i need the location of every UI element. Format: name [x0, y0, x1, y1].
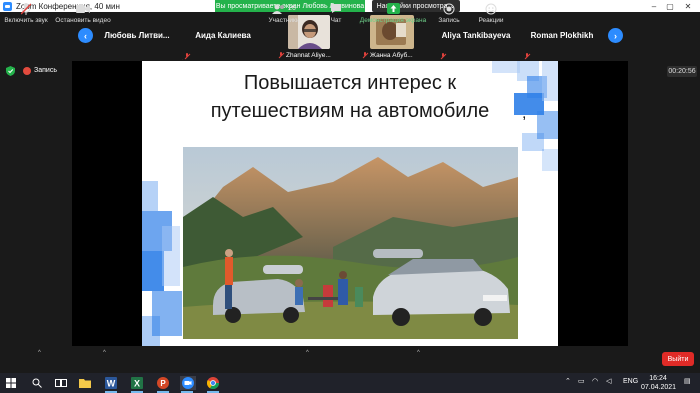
mic-muted-icon	[184, 53, 190, 60]
excel-icon[interactable]: X	[130, 376, 144, 393]
record-icon	[443, 3, 455, 14]
participant-name: Жанна Абуб...	[370, 52, 413, 59]
participant-name: Zhannat Aliye...	[286, 52, 331, 59]
recording-indicator-icon	[23, 67, 31, 75]
unmute-button[interactable]: Включить звук	[4, 2, 48, 24]
participants-options-caret[interactable]: ^	[306, 350, 309, 356]
reactions-smiley-icon	[485, 3, 497, 14]
record-label: Запись	[438, 17, 460, 24]
participant-name: Любовь Литви...	[104, 31, 170, 40]
close-button[interactable]: ✕	[679, 0, 697, 12]
mic-muted-icon	[21, 2, 31, 15]
slide-title: Повышается интерес к путешествиям на авт…	[160, 69, 540, 125]
tray-chevron-up-icon[interactable]: ⌃	[565, 377, 571, 385]
audio-options-caret[interactable]: ^	[38, 350, 41, 356]
leave-meeting-button[interactable]: Выйти	[662, 352, 694, 366]
share-screen-icon	[386, 3, 400, 14]
windows-start-icon[interactable]	[4, 376, 18, 390]
prev-page-button[interactable]: ‹	[78, 28, 93, 43]
slide-stray-comma: ,	[522, 105, 527, 122]
recording-label: Запись	[34, 67, 57, 74]
battery-icon[interactable]: ▭	[578, 377, 585, 385]
zoom-taskbar-icon[interactable]	[180, 376, 196, 393]
stop-video-button[interactable]: Остановить видео	[54, 2, 112, 24]
chat-button[interactable]: Чат	[326, 2, 346, 24]
word-icon[interactable]: W	[104, 376, 118, 393]
participant-name: Roman Plokhikh	[530, 31, 594, 40]
mic-muted-icon	[524, 53, 530, 60]
record-button[interactable]: Запись	[436, 2, 462, 24]
taskbar-clock[interactable]: 16:24 07.04.2021	[641, 374, 677, 392]
stop-video-label: Остановить видео	[55, 17, 111, 24]
mic-muted-icon	[278, 52, 284, 59]
file-explorer-icon[interactable]	[78, 376, 92, 390]
volume-icon[interactable]: ◁	[606, 377, 611, 385]
video-options-caret[interactable]: ^	[103, 350, 106, 356]
unmute-label: Включить звук	[4, 17, 48, 24]
share-screen-button[interactable]: Демонстрация экрана	[360, 2, 426, 24]
reactions-button[interactable]: Реакции	[476, 2, 506, 24]
restore-button[interactable]: ▢	[661, 0, 679, 12]
input-language[interactable]: ENG	[623, 378, 638, 385]
wifi-icon[interactable]: ◠	[592, 377, 598, 385]
reactions-label: Реакции	[478, 17, 504, 24]
participant-name: Аида Калиева	[195, 31, 251, 40]
notifications-icon[interactable]: ▤	[684, 377, 691, 385]
mic-muted-icon	[362, 52, 368, 59]
chat-label: Чат	[330, 17, 342, 24]
mic-muted-icon	[440, 53, 446, 60]
slide-photo	[183, 147, 518, 339]
share-screen-label: Демонстрация экрана	[359, 17, 427, 24]
svg-text:X: X	[134, 379, 140, 389]
participant-tile[interactable]: Аида Калиева	[180, 15, 266, 59]
participants-count: 26	[288, 5, 296, 12]
video-camera-icon	[76, 4, 90, 13]
participant-video-label: Zhannat Aliye...	[278, 52, 331, 59]
chat-icon	[331, 4, 341, 13]
participants-label: Участники	[268, 17, 300, 24]
svg-text:P: P	[160, 379, 166, 388]
slide-title-line2: путешествиям на автомобиле	[210, 100, 490, 122]
chrome-icon[interactable]	[206, 376, 220, 393]
meeting-timer: 00:20:56	[667, 66, 697, 77]
slide-title-line1: Повышается интерес к	[243, 72, 457, 94]
participant-video-label: Жанна Абуб...	[362, 52, 413, 59]
participants-button[interactable]: 26 Участники	[262, 2, 306, 24]
participant-tile[interactable]: Roman Plokhikh	[520, 15, 604, 59]
svg-text:W: W	[107, 379, 116, 389]
participants-icon	[272, 4, 285, 14]
shield-icon[interactable]	[6, 66, 15, 76]
powerpoint-icon[interactable]: P	[156, 376, 170, 393]
share-options-caret[interactable]: ^	[417, 350, 420, 356]
search-icon[interactable]	[30, 376, 44, 390]
participant-name: Aliya Tankibayeva	[441, 31, 511, 40]
shared-slide: Повышается интерес к путешествиям на авт…	[142, 61, 558, 346]
clock-date: 07.04.2021	[641, 384, 677, 391]
task-view-icon[interactable]	[54, 376, 68, 390]
mountain-camping-photo	[183, 147, 518, 339]
clock-time: 16:24	[649, 375, 667, 382]
next-page-button[interactable]: ›	[608, 28, 623, 43]
